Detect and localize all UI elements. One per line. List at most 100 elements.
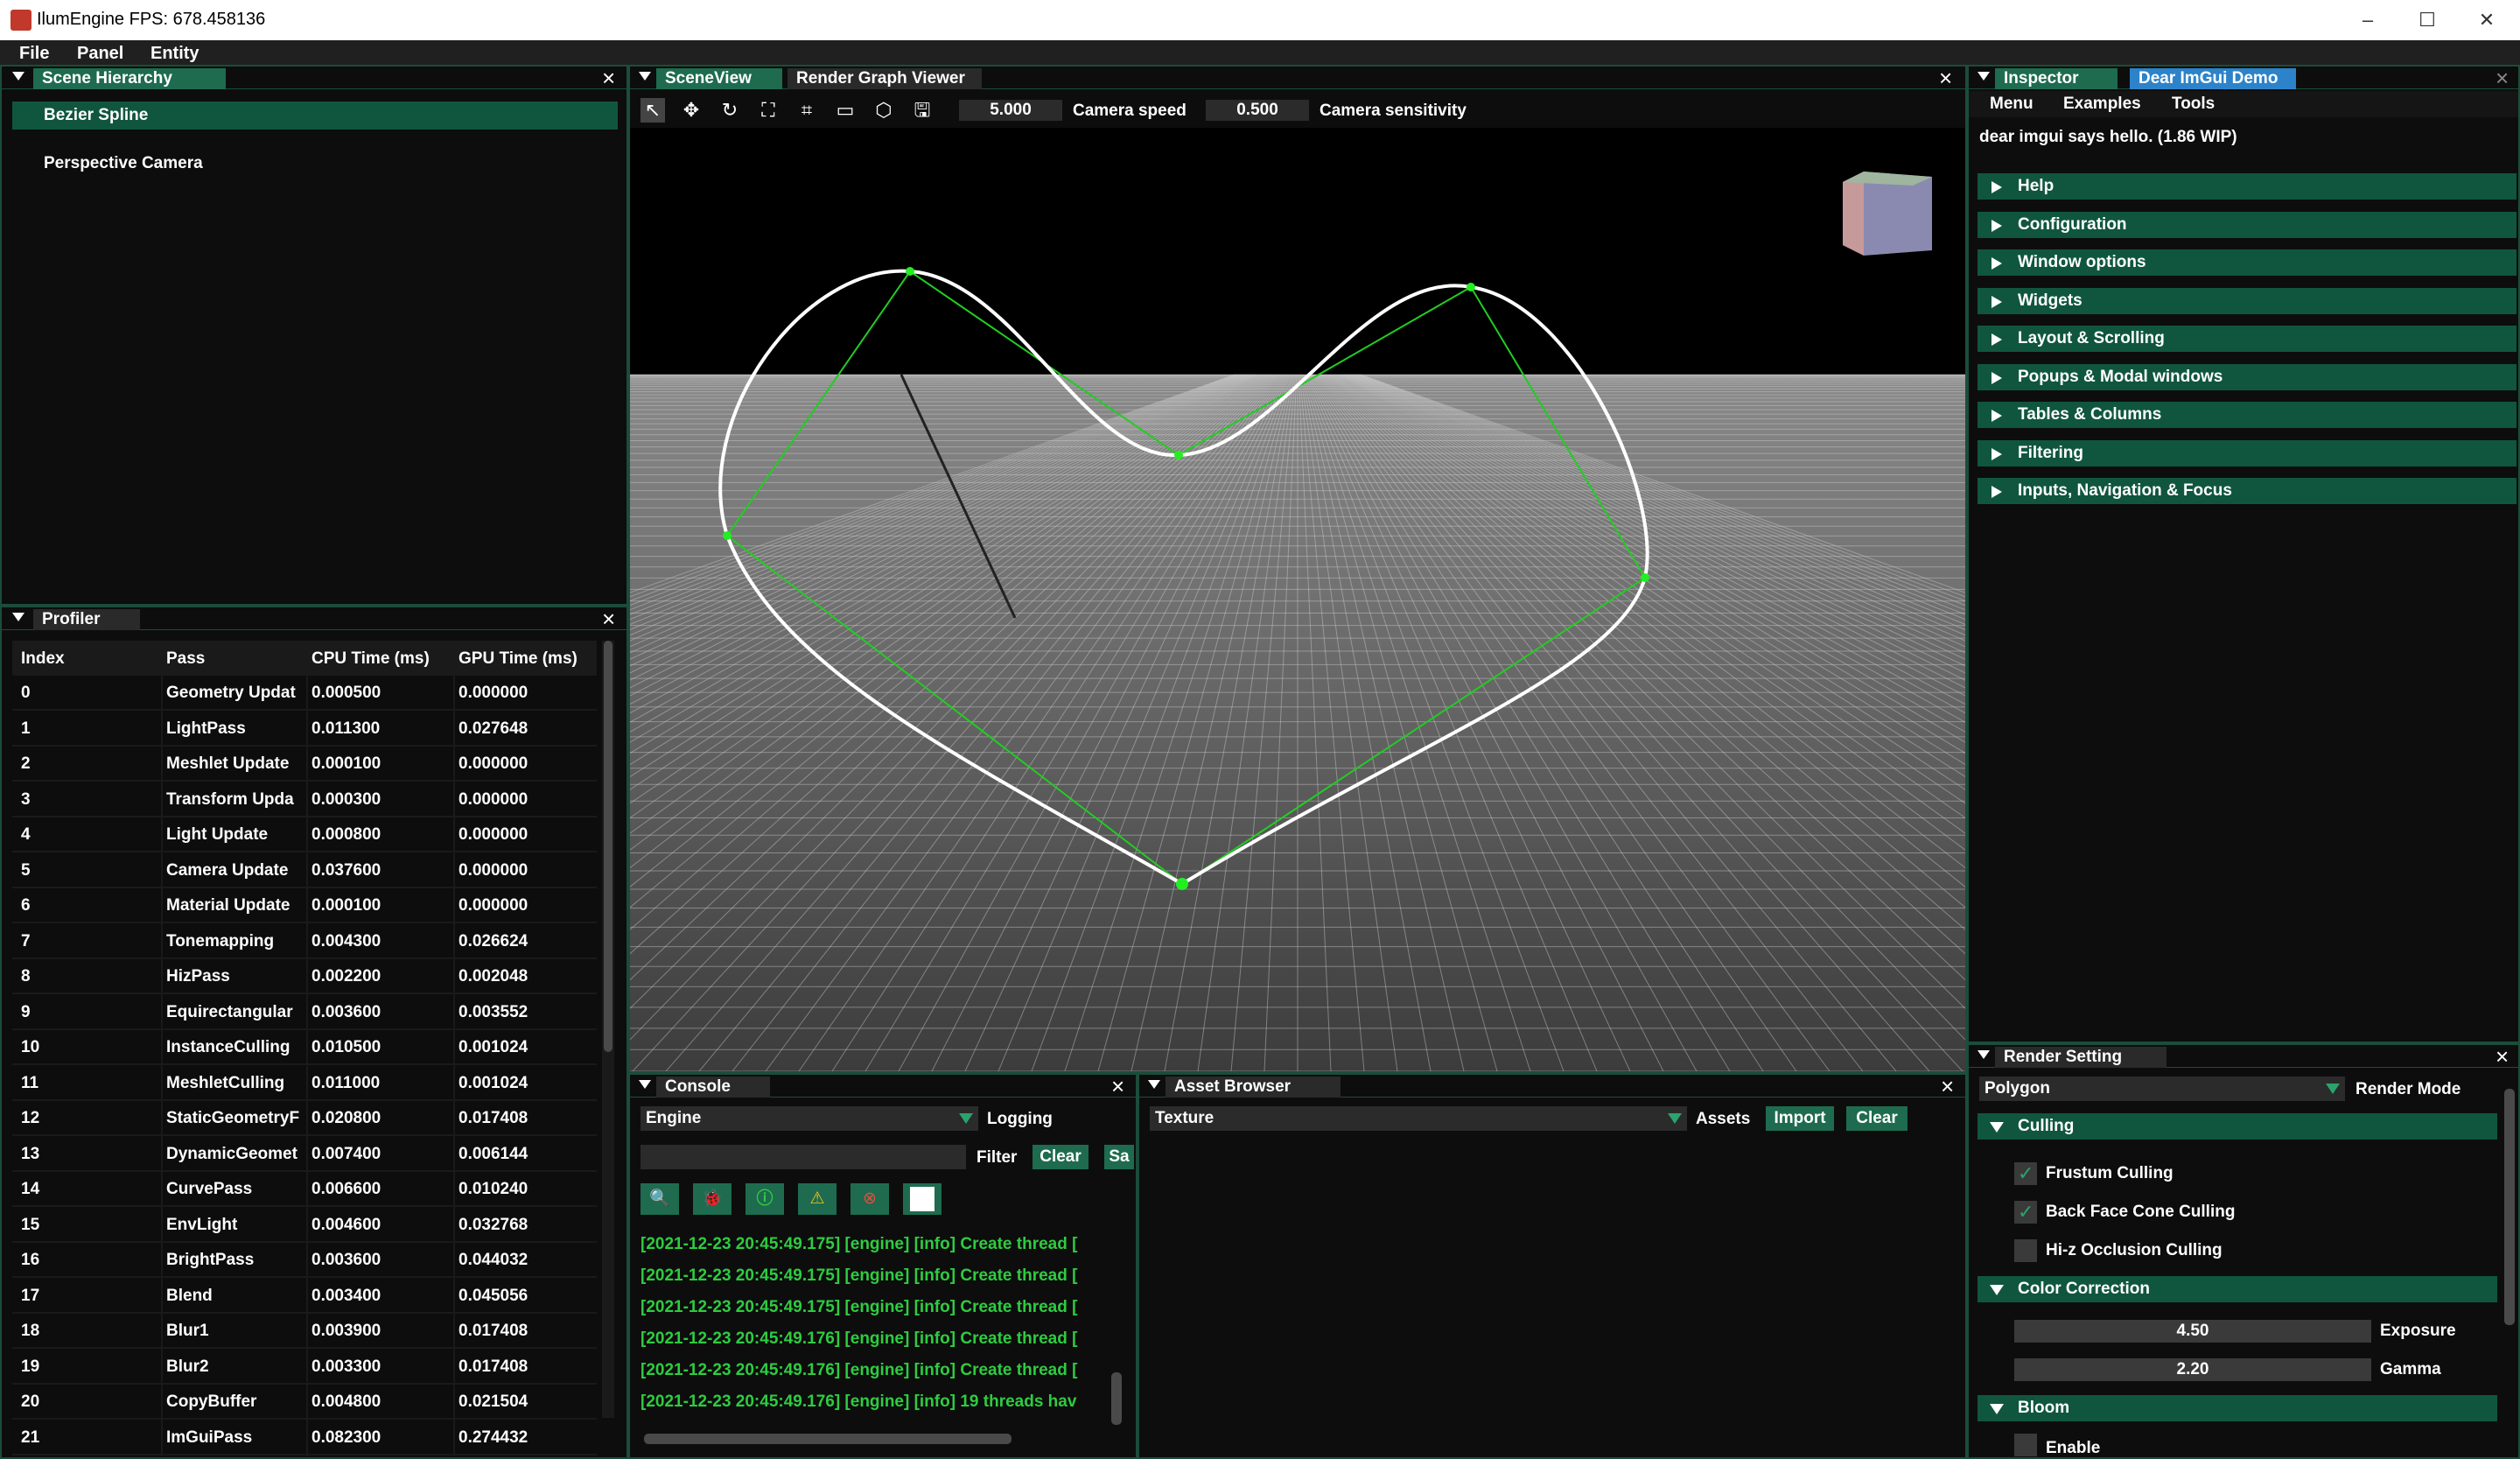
rect-tool-icon[interactable]: ⌗ xyxy=(794,98,819,123)
demo-section-header[interactable]: Window options xyxy=(1978,249,2516,276)
column-divider xyxy=(161,676,163,1456)
close-icon[interactable]: × xyxy=(1941,1075,1954,1098)
camera-sensitivity-input[interactable]: 0.500 xyxy=(1206,100,1309,121)
console-hscrollbar-thumb[interactable] xyxy=(644,1434,1012,1444)
color-correction-header[interactable]: Color Correction xyxy=(1978,1276,2497,1302)
cell-index: 9 xyxy=(21,1002,31,1021)
tab-profiler[interactable]: Profiler xyxy=(33,609,140,630)
maximize-button[interactable]: ☐ xyxy=(2398,4,2457,37)
demo-section-header[interactable]: Help xyxy=(1978,173,2516,200)
tab-inspector[interactable]: Inspector xyxy=(1995,68,2118,89)
demo-section-header[interactable]: Inputs, Navigation & Focus xyxy=(1978,478,2516,504)
menu-file[interactable]: File xyxy=(19,44,49,64)
control-point[interactable] xyxy=(1466,283,1475,291)
collapse-icon[interactable] xyxy=(12,72,24,81)
asset-type-combo[interactable]: Texture xyxy=(1150,1106,1687,1131)
close-icon[interactable]: × xyxy=(2496,67,2509,89)
scene-viewport[interactable] xyxy=(630,128,1965,1071)
expanded-arrow-icon xyxy=(1990,1285,2004,1295)
select-tool-icon[interactable]: ↖ xyxy=(640,98,665,123)
move-tool-icon[interactable]: ✥ xyxy=(679,98,704,123)
control-point[interactable] xyxy=(723,531,732,540)
console-filter-input[interactable] xyxy=(640,1145,966,1169)
close-icon[interactable]: × xyxy=(602,607,615,630)
demo-section-header[interactable]: Layout & Scrolling xyxy=(1978,326,2516,352)
info-filter-icon[interactable]: ⓘ xyxy=(746,1183,784,1215)
tab-scene-hierarchy[interactable]: Scene Hierarchy xyxy=(33,68,226,89)
warning-filter-icon[interactable]: ⚠ xyxy=(798,1183,836,1215)
hierarchy-item[interactable]: Perspective Camera xyxy=(44,154,203,173)
error-filter-icon[interactable]: ⊗ xyxy=(850,1183,889,1215)
cell-gpu: 0.045056 xyxy=(458,1286,528,1305)
minimize-button[interactable]: – xyxy=(2338,4,2398,37)
exposure-slider[interactable]: 4.50 xyxy=(2014,1320,2371,1343)
demo-section-header[interactable]: Widgets xyxy=(1978,287,2516,314)
demo-section-header[interactable]: Filtering xyxy=(1978,439,2516,466)
collapse-icon[interactable] xyxy=(12,613,24,621)
control-point[interactable] xyxy=(1174,451,1183,459)
console-clear-button[interactable]: Clear xyxy=(1032,1145,1088,1169)
profiler-scrollbar[interactable] xyxy=(602,641,614,1418)
console-scrollbar-thumb[interactable] xyxy=(1111,1372,1122,1425)
demo-section-header[interactable]: Configuration xyxy=(1978,211,2516,238)
tab-render-setting[interactable]: Render Setting xyxy=(1995,1047,2166,1068)
display-icon[interactable]: ▭ xyxy=(833,98,858,123)
collapse-icon[interactable] xyxy=(639,72,651,81)
critical-filter-icon[interactable] xyxy=(903,1183,942,1215)
close-icon[interactable]: × xyxy=(1111,1075,1124,1098)
import-button[interactable]: Import xyxy=(1766,1106,1834,1131)
collapse-icon[interactable] xyxy=(1978,1050,1990,1059)
save-icon[interactable]: 🖫 xyxy=(910,98,934,123)
console-save-button[interactable]: Sa xyxy=(1104,1145,1134,1169)
render-mode-combo[interactable]: Polygon xyxy=(1979,1077,2345,1101)
tab-sceneview[interactable]: SceneView xyxy=(656,68,782,89)
demo-menu-menu[interactable]: Menu xyxy=(1990,95,2034,114)
menu-panel[interactable]: Panel xyxy=(77,44,123,64)
cell-cpu: 0.003600 xyxy=(312,1251,382,1269)
gamma-slider[interactable]: 2.20 xyxy=(2014,1358,2371,1381)
cell-index: 18 xyxy=(21,1322,40,1340)
control-point[interactable] xyxy=(906,267,914,276)
table-row: 6 Material Update 0.000100 0.000000 xyxy=(12,888,597,923)
hiz-occlusion-culling-checkbox[interactable] xyxy=(2014,1239,2037,1262)
menu-entity[interactable]: Entity xyxy=(150,44,200,64)
collapse-icon[interactable] xyxy=(1978,72,1990,81)
window-title: IlumEngine FPS: 678.458136 xyxy=(37,10,266,29)
bloom-header[interactable]: Bloom xyxy=(1978,1395,2497,1421)
collapse-icon[interactable] xyxy=(1148,1080,1160,1089)
demo-menu-tools[interactable]: Tools xyxy=(2172,95,2215,114)
close-icon[interactable]: × xyxy=(602,67,615,89)
close-icon[interactable]: × xyxy=(1939,67,1952,89)
close-button[interactable]: ✕ xyxy=(2457,4,2516,37)
tab-render-graph-viewer[interactable]: Render Graph Viewer xyxy=(788,68,982,89)
tab-asset-browser[interactable]: Asset Browser xyxy=(1166,1077,1340,1098)
render-setting-scrollbar[interactable] xyxy=(2504,1089,2515,1325)
camera-sensitivity-label: Camera sensitivity xyxy=(1320,102,1466,120)
culling-header[interactable]: Culling xyxy=(1978,1113,2497,1140)
hierarchy-item-selected[interactable]: Bezier Spline xyxy=(12,102,618,130)
asset-clear-button[interactable]: Clear xyxy=(1846,1106,1908,1131)
camera-speed-input[interactable]: 5.000 xyxy=(959,100,1062,121)
tab-dear-imgui-demo[interactable]: Dear ImGui Demo xyxy=(2130,68,2296,89)
demo-section-header[interactable]: Tables & Columns xyxy=(1978,402,2516,428)
scrollbar-thumb[interactable] xyxy=(604,641,612,1052)
cell-cpu: 0.007400 xyxy=(312,1144,382,1163)
rotate-tool-icon[interactable]: ↻ xyxy=(718,98,742,123)
demo-menu-examples[interactable]: Examples xyxy=(2063,95,2141,114)
collapse-icon[interactable] xyxy=(639,1080,651,1089)
table-row: 4 Light Update 0.000800 0.000000 xyxy=(12,817,597,852)
frustum-culling-checkbox[interactable] xyxy=(2014,1162,2037,1185)
demo-section-header[interactable]: Popups & Modal windows xyxy=(1978,363,2516,390)
view-cube-icon[interactable] xyxy=(1843,172,1932,256)
back-face-cone-culling-checkbox[interactable] xyxy=(2014,1201,2037,1224)
close-icon[interactable]: × xyxy=(2496,1045,2509,1068)
bloom-enable-checkbox[interactable] xyxy=(2014,1434,2037,1456)
control-point[interactable] xyxy=(1641,573,1649,582)
trace-filter-icon[interactable]: 🔍 xyxy=(640,1183,679,1215)
console-source-combo[interactable]: Engine xyxy=(640,1106,978,1131)
debug-filter-icon[interactable]: 🐞 xyxy=(693,1183,732,1215)
shape-icon[interactable]: ⬡ xyxy=(872,98,896,123)
control-point[interactable] xyxy=(1176,878,1188,890)
tab-console[interactable]: Console xyxy=(656,1077,770,1098)
scale-tool-icon[interactable]: ⛶ xyxy=(756,98,780,123)
